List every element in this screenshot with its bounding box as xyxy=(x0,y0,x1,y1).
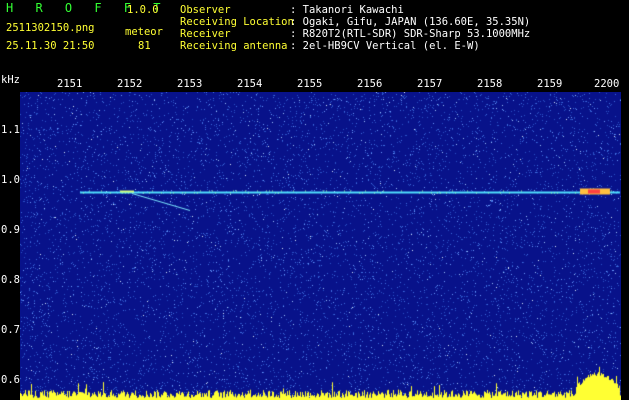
location-label: Receiving Location xyxy=(180,16,294,28)
observer-value: : Takanori Kawachi xyxy=(290,4,404,16)
freq-tick: 0.7 xyxy=(1,324,20,336)
freq-tick: 1.1 xyxy=(1,124,20,136)
receiver-value: : R820T2(RTL-SDR) SDR-Sharp 53.1000MHz xyxy=(290,28,531,40)
time-tick: 2151 xyxy=(57,78,83,90)
freq-tick: 0.9 xyxy=(1,224,20,236)
time-axis: 2151 2152 2153 2154 2155 2156 2157 2158 … xyxy=(0,78,629,92)
capture-datetime: 25.11.30 21:50 xyxy=(6,40,95,52)
time-tick: 2154 xyxy=(237,78,263,90)
location-value: : Ogaki, Gifu, JAPAN (136.60E, 35.35N) xyxy=(290,16,531,28)
time-tick: 2152 xyxy=(117,78,143,90)
capture-filename: 2511302150.png xyxy=(6,22,95,34)
time-tick: 2155 xyxy=(297,78,323,90)
observer-label: Observer xyxy=(180,4,231,16)
receiver-label: Receiver xyxy=(180,28,231,40)
freq-tick: 0.6 xyxy=(1,374,20,386)
freq-unit-label: kHz xyxy=(1,74,20,86)
time-tick: 2158 xyxy=(477,78,503,90)
app-version: 1.0.0 xyxy=(127,4,159,16)
detector-label: meteor xyxy=(125,26,163,38)
antenna-value: : 2el-HB9CV Vertical (el. E-W) xyxy=(290,40,480,52)
time-tick: 2159 xyxy=(537,78,563,90)
freq-tick: 0.8 xyxy=(1,274,20,286)
time-tick: 2156 xyxy=(357,78,383,90)
header-panel: H R O F F T 1.0.0 2511302150.png meteor … xyxy=(0,0,629,72)
detection-count: 81 xyxy=(138,40,151,52)
time-tick: 2153 xyxy=(177,78,203,90)
antenna-label: Receiving antenna xyxy=(180,40,288,52)
spectrogram-canvas xyxy=(20,92,621,400)
time-tick: 2200 xyxy=(594,78,620,90)
time-tick: 2157 xyxy=(417,78,443,90)
freq-tick: 1.0 xyxy=(1,174,20,186)
